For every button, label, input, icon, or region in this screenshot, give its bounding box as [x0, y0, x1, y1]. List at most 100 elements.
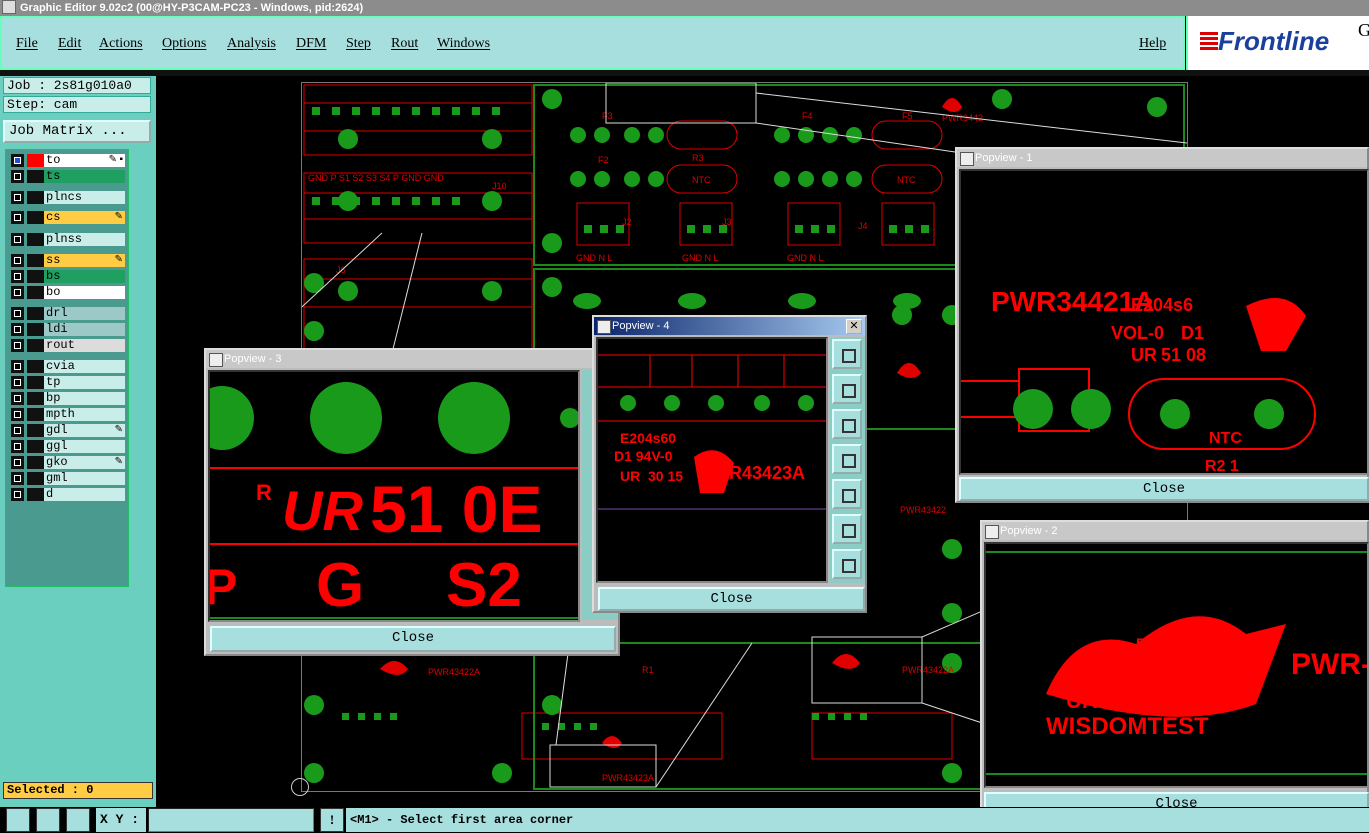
- layer-name[interactable]: bp: [44, 392, 125, 405]
- layer-checkbox[interactable]: [11, 307, 24, 320]
- layer-checkbox[interactable]: [11, 270, 24, 283]
- pan-left-icon[interactable]: [832, 444, 862, 474]
- layer-name[interactable]: drl: [44, 307, 125, 320]
- layer-row-d[interactable]: d: [9, 488, 125, 501]
- popview-1-view[interactable]: PWR34421A E204s6 VOL-0 D1 UR 51 08 NTC R…: [959, 169, 1369, 475]
- layer-name[interactable]: d: [44, 488, 125, 501]
- layer-name[interactable]: gdl: [44, 424, 125, 437]
- layer-checkbox[interactable]: [11, 254, 24, 267]
- layer-checkbox[interactable]: [11, 360, 24, 373]
- layer-name[interactable]: bo: [44, 286, 125, 299]
- select-tool-icon[interactable]: [6, 808, 30, 832]
- layer-color-swatch[interactable]: [27, 472, 44, 485]
- layer-color-swatch[interactable]: [27, 191, 44, 204]
- layer-name[interactable]: gko: [44, 456, 125, 469]
- layer-color-swatch[interactable]: [27, 456, 44, 469]
- layer-row-gml[interactable]: gml: [9, 472, 125, 485]
- layer-name[interactable]: plnss: [44, 233, 125, 246]
- menu-edit[interactable]: Edit: [58, 36, 81, 52]
- layer-name[interactable]: mpth: [44, 408, 125, 421]
- layer-color-swatch[interactable]: [27, 211, 44, 224]
- layer-checkbox[interactable]: [11, 339, 24, 352]
- layer-name[interactable]: ts: [44, 170, 125, 183]
- popview-1-close-button[interactable]: Close: [959, 477, 1369, 501]
- menu-file[interactable]: File: [16, 36, 38, 52]
- alert-button[interactable]: !: [320, 808, 344, 832]
- layer-color-swatch[interactable]: [27, 424, 44, 437]
- layer-checkbox[interactable]: [11, 170, 24, 183]
- layer-color-swatch[interactable]: [27, 270, 44, 283]
- layer-color-swatch[interactable]: [27, 307, 44, 320]
- layer-checkbox[interactable]: [11, 392, 24, 405]
- popview-4-close-button[interactable]: Close: [598, 587, 865, 611]
- layer-row-ldi[interactable]: ldi: [9, 323, 125, 336]
- layer-name[interactable]: rout: [44, 339, 125, 352]
- layer-row-drl[interactable]: drl: [9, 307, 125, 320]
- layer-checkbox[interactable]: [11, 472, 24, 485]
- popview-3-close-button[interactable]: Close: [210, 626, 616, 652]
- layer-checkbox[interactable]: [11, 211, 24, 224]
- measure-tool-icon[interactable]: [36, 808, 60, 832]
- layer-row-ts[interactable]: ts: [9, 170, 125, 183]
- layer-checkbox[interactable]: [11, 488, 24, 501]
- menu-rout[interactable]: Rout: [391, 36, 418, 52]
- menu-help[interactable]: Help: [1139, 36, 1166, 52]
- layer-name[interactable]: ldi: [44, 323, 125, 336]
- layer-name[interactable]: plncs: [44, 191, 125, 204]
- layer-row-cs[interactable]: cs ✎: [9, 211, 125, 224]
- layer-checkbox[interactable]: [11, 323, 24, 336]
- layer-row-gdl[interactable]: gdl ✎: [9, 424, 125, 437]
- layer-name[interactable]: ggl: [44, 440, 125, 453]
- layer-row-bs[interactable]: bs: [9, 270, 125, 283]
- layer-color-swatch[interactable]: [27, 170, 44, 183]
- layer-checkbox[interactable]: [11, 376, 24, 389]
- layer-checkbox[interactable]: [11, 440, 24, 453]
- layer-color-swatch[interactable]: [27, 488, 44, 501]
- layer-color-swatch[interactable]: [27, 323, 44, 336]
- layer-row-plnss[interactable]: plnss: [9, 233, 125, 246]
- layer-row-tp[interactable]: tp: [9, 376, 125, 389]
- layer-row-ss[interactable]: ss ✎: [9, 254, 125, 267]
- layer-row-cvia[interactable]: cvia: [9, 360, 125, 373]
- layer-row-ggl[interactable]: ggl: [9, 440, 125, 453]
- zoom-out-icon[interactable]: [832, 549, 862, 579]
- layer-color-swatch[interactable]: [27, 392, 44, 405]
- layer-name[interactable]: cs: [44, 211, 125, 224]
- close-icon[interactable]: ✕: [846, 319, 862, 334]
- xy-field[interactable]: [148, 808, 314, 832]
- layer-color-swatch[interactable]: [27, 233, 44, 246]
- popview-3-view[interactable]: UR 51 0E P G S2 R: [208, 370, 580, 622]
- layer-color-swatch[interactable]: [27, 339, 44, 352]
- layer-name[interactable]: tp: [44, 376, 125, 389]
- layer-row-bo[interactable]: bo: [9, 286, 125, 299]
- layer-row-bp[interactable]: bp: [9, 392, 125, 405]
- layer-checkbox[interactable]: [11, 408, 24, 421]
- layer-name[interactable]: ss: [44, 254, 125, 267]
- layer-color-swatch[interactable]: [27, 440, 44, 453]
- layer-name[interactable]: bs: [44, 270, 125, 283]
- layer-row-to[interactable]: to ✎ ▪: [9, 154, 125, 167]
- menu-actions[interactable]: Actions: [99, 36, 143, 52]
- job-matrix-button[interactable]: Job Matrix ...: [3, 120, 151, 143]
- pan-up-icon[interactable]: [832, 374, 862, 404]
- layer-name[interactable]: gml: [44, 472, 125, 485]
- layer-row-mpth[interactable]: mpth: [9, 408, 125, 421]
- menu-dfm[interactable]: DFM: [296, 36, 326, 52]
- layer-name[interactable]: cvia: [44, 360, 125, 373]
- layer-checkbox[interactable]: [11, 456, 24, 469]
- layer-color-swatch[interactable]: [27, 286, 44, 299]
- menu-options[interactable]: Options: [162, 36, 206, 52]
- layer-checkbox[interactable]: [11, 233, 24, 246]
- pan-right-icon[interactable]: [832, 479, 862, 509]
- layer-color-swatch[interactable]: [27, 408, 44, 421]
- layer-row-gko[interactable]: gko ✎: [9, 456, 125, 469]
- layer-color-swatch[interactable]: [27, 154, 44, 167]
- layer-checkbox[interactable]: [11, 191, 24, 204]
- layer-color-swatch[interactable]: [27, 376, 44, 389]
- popview-4-view[interactable]: E204s60 D1 94V-0 UR 30 15 PWR43423A: [596, 337, 828, 583]
- zoom-fit-icon[interactable]: [832, 339, 862, 369]
- popview-2-view[interactable]: PWR- WISDOMTEST UR E20: [984, 542, 1369, 788]
- layer-checkbox[interactable]: [11, 424, 24, 437]
- pan-down-icon[interactable]: [832, 409, 862, 439]
- menu-windows[interactable]: Windows: [437, 36, 490, 52]
